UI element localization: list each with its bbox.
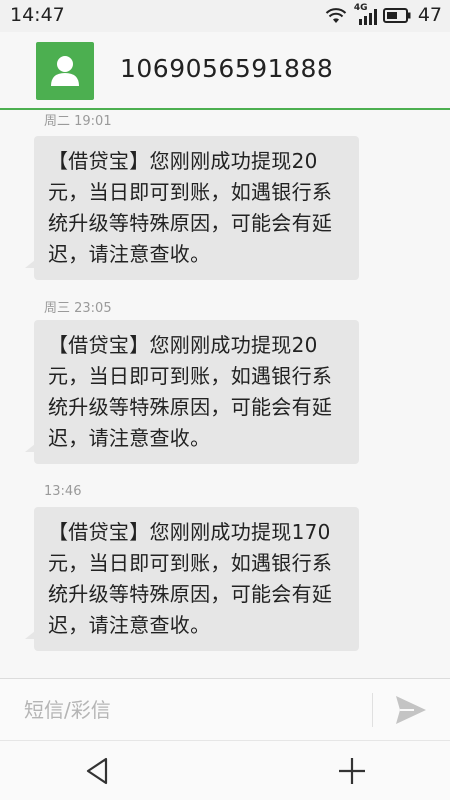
plus-icon[interactable] [336,755,368,787]
back-triangle-icon[interactable] [82,755,112,787]
avatar[interactable] [36,42,94,100]
status-icons: 4G 47 [325,3,442,26]
message-bubble[interactable]: 【借贷宝】您刚刚成功提现170元，当日即可到账，如遇银行系统升级等特殊原因，可能… [25,507,359,651]
message-bubble[interactable]: 【借贷宝】您刚刚成功提现20元，当日即可到账，如遇银行系统升级等特殊原因，可能会… [25,320,359,464]
sms-input[interactable] [22,691,356,729]
battery-icon [382,7,411,23]
message-timestamp: 周三 23:05 [44,301,112,316]
conversation-header: 1069056591888 [0,32,450,110]
divider [372,693,373,727]
status-bar: 14:47 4G 47 [0,0,450,32]
message-text: 【借贷宝】您刚刚成功提现20元，当日即可到账，如遇银行系统升级等特殊原因，可能会… [48,149,333,266]
cellular-signal: 4G [354,3,377,25]
message-timestamp: 13:46 [44,484,82,499]
signal-icon [358,9,377,25]
message-list: 周二 19:01 【借贷宝】您刚刚成功提现20元，当日即可到账，如遇银行系统升级… [0,110,450,678]
contact-number[interactable]: 1069056591888 [120,54,333,83]
message-text: 【借贷宝】您刚刚成功提现170元，当日即可到账，如遇银行系统升级等特殊原因，可能… [48,520,333,637]
message-bubble[interactable]: 【借贷宝】您刚刚成功提现20元，当日即可到账，如遇银行系统升级等特殊原因，可能会… [25,136,359,280]
message-timestamp: 周二 19:01 [44,114,112,129]
person-icon [51,56,79,86]
message-text: 【借贷宝】您刚刚成功提现20元，当日即可到账，如遇银行系统升级等特殊原因，可能会… [48,333,333,450]
compose-bar [0,678,450,741]
status-time: 14:47 [10,4,65,26]
wifi-icon [325,8,347,23]
sms-conversation-screen: 14:47 4G 47 1069056591888 周二 19:01 【借贷宝】… [0,0,450,800]
send-icon[interactable] [390,693,430,727]
battery-level: 47 [417,4,442,26]
navigation-bar [0,740,450,800]
